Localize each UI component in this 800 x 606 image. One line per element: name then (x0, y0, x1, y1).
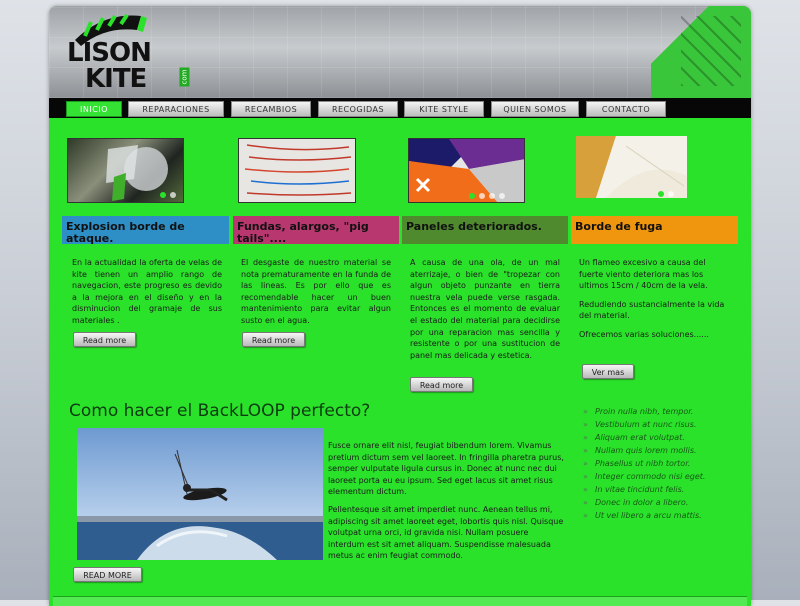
feature-paragraph: El desgaste de nuestro material se nota … (241, 258, 391, 325)
site-header: LISON KITE com (49, 6, 751, 98)
nav-item-quien-somos[interactable]: QUIEN SOMOS (491, 101, 579, 117)
sidebar-link[interactable]: Integer commodo nisi eget. (583, 470, 743, 483)
sidebar-link[interactable]: Donec in dolor a libero. (583, 496, 743, 509)
nav-item-recogidas[interactable]: RECOGIDAS (318, 101, 398, 117)
feature-image-2[interactable] (238, 138, 356, 203)
nav-item-inicio[interactable]: INICIO (66, 101, 122, 117)
sidebar-link[interactable]: Ut vel libero a arcu mattis. (583, 509, 743, 522)
logo-text-line2: KITE (85, 64, 147, 94)
article-text: Fusce ornare elit nisl, feugiat bibendum… (328, 440, 566, 568)
page-container: LISON KITE com INICIO REPARACIONES RECAM… (49, 6, 751, 606)
feature-title-4[interactable]: Borde de fuga (571, 216, 738, 244)
site-logo[interactable]: LISON KITE com (63, 10, 193, 94)
feature-paragraph: Redudiendo sustancialmente la vida del m… (579, 299, 725, 321)
feature-paragraph: En la actualidad la oferta de velas de k… (72, 258, 222, 325)
feature-paragraph: Ofrecemos varias soluciones...... (579, 329, 709, 339)
slider-dots[interactable] (469, 193, 505, 199)
logo-suffix: com (179, 67, 190, 87)
read-more-button-2[interactable]: Read more (242, 332, 305, 347)
sidebar-link-list: Proin nulla nibh, tempor. Vestibulum at … (583, 405, 743, 522)
feature-text-3: A causa de una ola, de un mal aterrizaje… (410, 257, 560, 368)
article-read-more-button[interactable]: READ MORE (73, 567, 142, 582)
main-nav: INICIO REPARACIONES RECAMBIOS RECOGIDAS … (49, 98, 751, 118)
kite-canopy-photo (409, 139, 524, 202)
footer-band (53, 596, 747, 606)
sidebar-link[interactable]: Vestibulum at nunc risus. (583, 418, 743, 431)
kite-trailing-edge-photo (576, 136, 687, 198)
feature-paragraph: Un flameo excesivo a causa del fuerte vi… (579, 258, 708, 291)
feature-image-1[interactable] (67, 138, 184, 203)
feature-paragraph: A causa de una ola, de un mal aterrizaje… (410, 258, 560, 360)
article-image[interactable] (77, 428, 323, 560)
article-paragraph: Pellentesque sit amet imperdiet nunc. Ae… (328, 504, 564, 561)
article-title[interactable]: Como hacer el BackLOOP perfecto? (69, 401, 370, 421)
read-more-button-1[interactable]: Read more (73, 332, 136, 347)
feature-text-1: En la actualidad la oferta de velas de k… (72, 257, 222, 334)
feature-title-2[interactable]: Fundas, alargos, "pig tails".... (233, 216, 399, 245)
read-more-button-3[interactable]: Read more (410, 377, 473, 392)
nav-item-reparaciones[interactable]: REPARACIONES (128, 101, 224, 117)
article-paragraph: Fusce ornare elit nisl, feugiat bibendum… (328, 441, 564, 497)
nav-item-kite-style[interactable]: KITE STYLE (404, 101, 484, 117)
sidebar-link[interactable]: Phasellus ut nibh tortor. (583, 457, 743, 470)
header-kite-decoration (651, 6, 751, 98)
feature-text-2: El desgaste de nuestro material se nota … (241, 257, 391, 334)
sidebar-link[interactable]: Proin nulla nibh, tempor. (583, 405, 743, 418)
sidebar-link[interactable]: In vitae tincidunt felis. (583, 483, 743, 496)
sidebar-link[interactable]: Aliquam erat volutpat. (583, 431, 743, 444)
slider-dots[interactable] (658, 191, 674, 197)
sidebar-link[interactable]: Nullam quis lorem mollis. (583, 444, 743, 457)
nav-item-recambios[interactable]: RECAMBIOS (231, 101, 311, 117)
nav-item-contacto[interactable]: CONTACTO (586, 101, 666, 117)
feature-image-4[interactable] (576, 136, 687, 198)
slider-dots[interactable] (160, 192, 176, 198)
feature-image-3[interactable] (408, 138, 525, 203)
feature-title-3[interactable]: Paneles deteriorados. (402, 216, 568, 244)
kitesurfer-photo (77, 428, 323, 560)
feature-text-4: Un flameo excesivo a causa del fuerte vi… (579, 257, 729, 348)
kite-lines-photo (244, 144, 352, 196)
feature-title-1[interactable]: Explosion borde de ataque. (62, 216, 229, 245)
ver-mas-button[interactable]: Ver mas (582, 364, 634, 379)
